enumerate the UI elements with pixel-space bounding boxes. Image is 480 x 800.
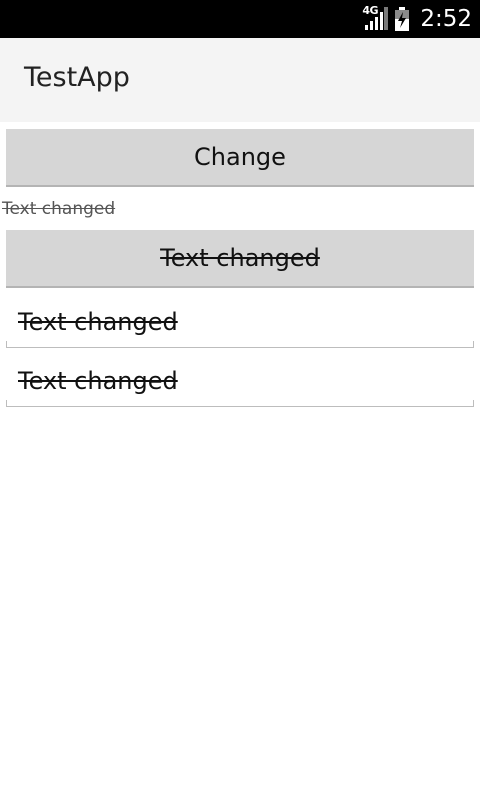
network-type-label: 4G bbox=[362, 4, 379, 17]
clock: 2:52 bbox=[420, 6, 472, 32]
change-button-label: Change bbox=[194, 143, 286, 171]
edit-text-field-2[interactable]: Text changed bbox=[6, 365, 474, 407]
app-screen: 4G 2:52 TestApp Change Text changed Text… bbox=[0, 0, 480, 800]
change-button[interactable]: Change bbox=[6, 129, 474, 187]
action-bar: TestApp bbox=[0, 38, 480, 122]
edit-text-value-2: Text changed bbox=[18, 367, 178, 395]
text-changed-button-label: Text changed bbox=[160, 244, 320, 272]
text-view: Text changed bbox=[2, 199, 116, 219]
edit-text-value-1: Text changed bbox=[18, 308, 178, 336]
text-changed-button[interactable]: Text changed bbox=[6, 230, 474, 288]
signal-icon: 4G bbox=[362, 4, 389, 31]
edit-text-field-1[interactable]: Text changed bbox=[6, 306, 474, 348]
status-bar: 4G 2:52 bbox=[0, 0, 480, 38]
status-icons: 4G 2:52 bbox=[362, 0, 472, 38]
battery-icon bbox=[394, 7, 410, 31]
app-title: TestApp bbox=[24, 62, 130, 93]
